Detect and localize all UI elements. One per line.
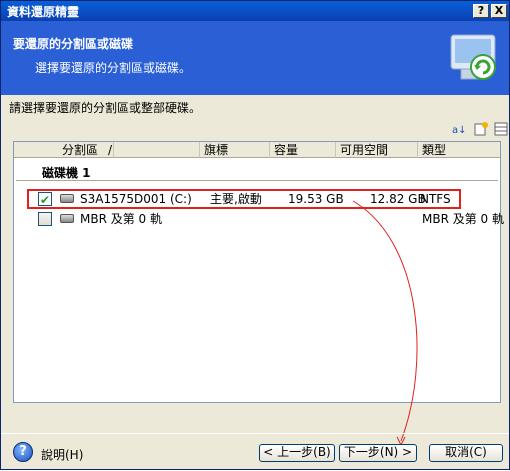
help-icon[interactable]: ?	[13, 442, 33, 462]
next-button[interactable]: 下一步(N) >	[339, 444, 417, 462]
column-header: 分割區 / 旗標 容量 可用空間 類型	[14, 142, 500, 158]
restore-wizard-icon	[450, 34, 496, 80]
col-type[interactable]: 類型	[418, 142, 500, 158]
mbr-name: MBR 及第 0 軌	[80, 212, 163, 226]
sort-icon[interactable]: a↓	[451, 121, 467, 137]
cancel-button[interactable]: 取消(C)	[429, 444, 503, 462]
wizard-window: 資料還原精靈 ? X 要還原的分割區或磁碟 選擇要還原的分割區或磁碟。 請選擇要…	[0, 0, 510, 470]
disk-group-label: 磁碟機 1	[42, 166, 91, 180]
partition-list[interactable]: 分割區 / 旗標 容量 可用空間 類型 磁碟機 1 S3A1575D001 (C…	[13, 141, 504, 403]
mbr-type: MBR 及第 0 軌	[422, 212, 505, 226]
group-divider	[16, 180, 498, 181]
header-title: 要還原的分割區或磁碟	[13, 37, 134, 51]
disk-icon	[60, 214, 74, 223]
col-sort-indicator: /	[104, 142, 200, 158]
wizard-header: 要還原的分割區或磁碟 選擇要還原的分割區或磁碟。	[1, 21, 509, 95]
window-title: 資料還原精靈	[7, 5, 80, 19]
mbr-row[interactable]: MBR 及第 0 軌 MBR 及第 0 軌	[34, 210, 504, 228]
header-subtitle: 選擇要還原的分割區或磁碟。	[35, 61, 192, 75]
col-flags[interactable]: 旗標	[200, 142, 270, 158]
title-bar: 資料還原精靈 ? X	[1, 1, 509, 21]
help-link[interactable]: 說明(H)	[41, 446, 83, 463]
close-button[interactable]: X	[491, 4, 507, 18]
columns-icon[interactable]	[493, 121, 509, 137]
col-capacity[interactable]: 容量	[270, 142, 336, 158]
annotation-highlight-box	[27, 189, 461, 209]
mbr-checkbox[interactable]	[38, 212, 52, 226]
col-free-space[interactable]: 可用空間	[336, 142, 418, 158]
properties-icon[interactable]	[473, 121, 489, 137]
back-button[interactable]: < 上一步(B)	[259, 444, 335, 462]
instruction-text: 請選擇要還原的分割區或整部硬碟。	[9, 101, 202, 115]
svg-text:a↓: a↓	[452, 125, 467, 136]
footer-divider	[1, 433, 509, 434]
help-title-button[interactable]: ?	[473, 4, 489, 18]
